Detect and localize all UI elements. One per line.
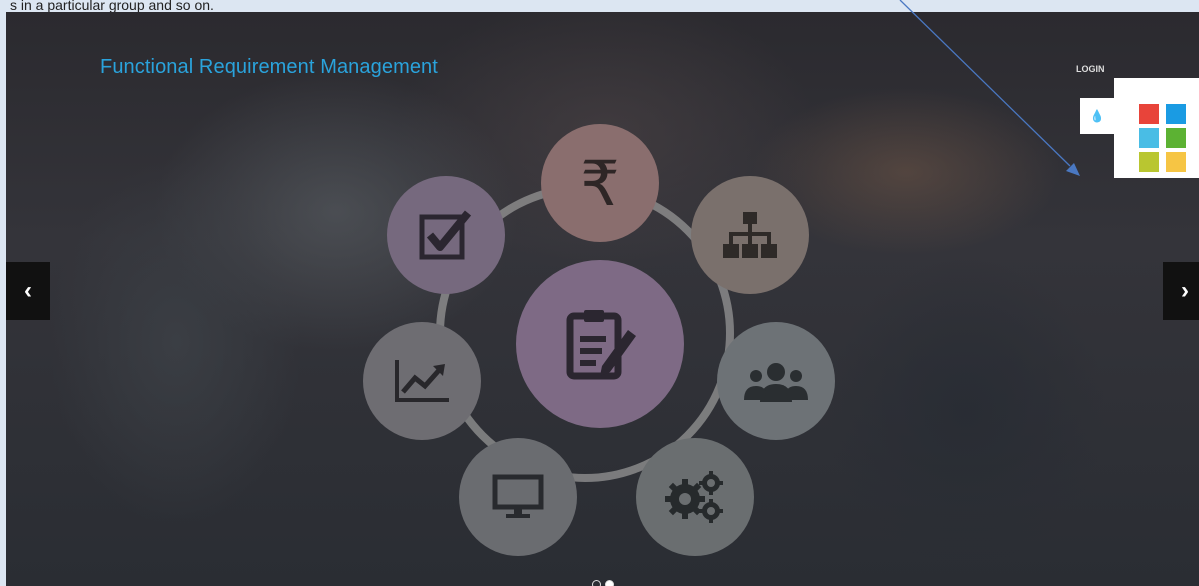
team-icon [744,363,808,402]
carousel-dot-1[interactable] [592,580,601,586]
theme-swatch-5[interactable] [1139,152,1159,172]
login-link[interactable]: LOGIN [1076,64,1105,74]
node-team [717,322,835,440]
carousel-prev-button[interactable]: ‹ [6,262,50,320]
clipboard-edit-icon [566,310,636,380]
node-line-chart [363,322,481,440]
center-node [516,260,684,428]
hero-carousel: Functional Requirement Management LOGIN … [6,12,1199,586]
org-chart-icon [723,212,777,258]
chevron-right-icon: › [1181,277,1189,304]
carousel-next-button[interactable]: › [1163,262,1199,320]
node-rupee: ₹ [541,124,659,242]
line-chart-icon [395,360,449,402]
rupee-icon: ₹ [580,146,620,220]
carousel-indicators [592,580,614,586]
theme-swatch-1[interactable] [1139,104,1159,124]
theme-swatch-6[interactable] [1166,152,1186,172]
drop-icon: 💧 [1089,109,1105,123]
node-monitor [459,438,577,556]
site-title[interactable]: Functional Requirement Management [100,56,438,79]
theme-swatch-2[interactable] [1166,104,1186,124]
chevron-left-icon: ‹ [24,277,32,304]
gears-icon [665,471,723,523]
theme-swatch-4[interactable] [1166,128,1186,148]
monitor-icon [492,474,544,518]
theme-swatch-3[interactable] [1139,128,1159,148]
carousel-dot-2[interactable] [605,580,614,586]
checkbox-icon [419,210,472,260]
node-checkbox [387,176,505,294]
theme-toggle-button[interactable]: 💧 [1080,98,1114,134]
node-gears [636,438,754,556]
node-org-chart [691,176,809,294]
